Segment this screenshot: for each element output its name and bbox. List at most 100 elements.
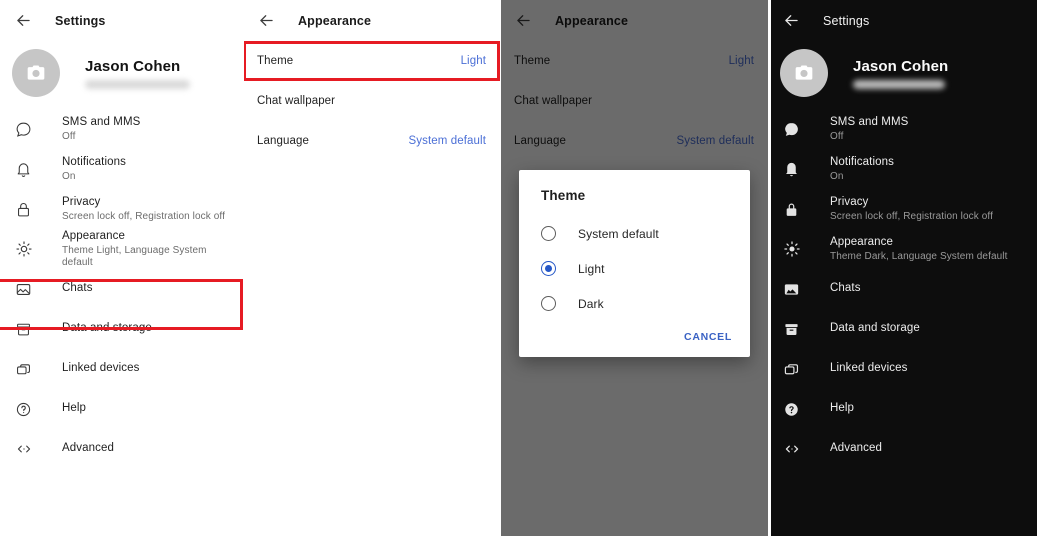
row-title: Linked devices: [62, 362, 140, 375]
chat-bubble-icon: [780, 118, 803, 141]
linked-devices-icon: [12, 358, 35, 381]
avatar[interactable]: [780, 49, 828, 97]
settings-row-text: Appearance Theme Light, Language System …: [62, 230, 231, 268]
appearance-list: Theme Light Chat wallpaper Language Syst…: [243, 41, 500, 161]
dialog-title: Theme: [541, 188, 586, 203]
panel-settings-light: Settings Jason Cohen SMS and MMS Off Not…: [0, 0, 243, 536]
row-subtitle: Theme Dark, Language System default: [830, 250, 1008, 262]
row-subtitle: Screen lock off, Registration lock off: [62, 210, 225, 222]
sidebar-item-privacy[interactable]: Privacy Screen lock off, Registration lo…: [0, 189, 243, 229]
row-title: Chats: [830, 282, 861, 295]
archive-box-icon: [12, 318, 35, 341]
arrow-left-icon[interactable]: [780, 10, 802, 32]
sidebar-item-sms-and-mms[interactable]: SMS and MMS Off: [0, 109, 243, 149]
settings-row-text: Data and storage: [830, 322, 920, 335]
chat-bubble-icon: [12, 118, 35, 141]
row-title: Help: [62, 402, 87, 415]
appearance-row-theme[interactable]: Theme Light: [243, 41, 500, 81]
sun-icon: [12, 238, 35, 261]
appearance-row-language[interactable]: Language System default: [243, 121, 500, 161]
profile-text: Jason Cohen: [853, 58, 948, 89]
sidebar-item-linked-devices[interactable]: Linked devices: [768, 349, 1037, 389]
profile-text: Jason Cohen: [85, 58, 190, 89]
row-title: Appearance: [62, 229, 126, 242]
appbar-settings-light: Settings: [0, 0, 243, 41]
theme-option-light[interactable]: Light: [519, 251, 750, 286]
profile-header[interactable]: Jason Cohen: [768, 41, 1037, 105]
sidebar-item-appearance[interactable]: Appearance Theme Light, Language System …: [0, 229, 243, 269]
bell-icon: [12, 158, 35, 181]
settings-row-text: Privacy Screen lock off, Registration lo…: [62, 196, 225, 223]
page-title: Appearance: [298, 13, 372, 28]
row-title: Appearance: [830, 235, 894, 248]
row-title: Notifications: [62, 155, 126, 168]
option-label: Dark: [578, 296, 604, 311]
sidebar-item-linked-devices[interactable]: Linked devices: [0, 349, 243, 389]
row-subtitle: Off: [62, 130, 76, 142]
sidebar-item-notifications[interactable]: Notifications On: [0, 149, 243, 189]
lock-icon: [780, 198, 803, 221]
sidebar-item-appearance[interactable]: Appearance Theme Dark, Language System d…: [768, 229, 1037, 269]
row-title: Notifications: [830, 155, 894, 168]
help-circle-icon: [12, 398, 35, 421]
arrow-left-icon[interactable]: [12, 10, 34, 32]
arrow-left-icon[interactable]: [255, 10, 277, 32]
row-subtitle: On: [830, 170, 844, 182]
row-title: SMS and MMS: [62, 115, 141, 128]
sidebar-item-sms-and-mms[interactable]: SMS and MMS Off: [768, 109, 1037, 149]
settings-row-text: Linked devices: [62, 362, 139, 375]
settings-row-text: Help: [830, 402, 854, 415]
row-subtitle: On: [62, 170, 76, 182]
avatar[interactable]: [12, 49, 60, 97]
code-brackets-icon: [12, 438, 35, 461]
radio-unselected-icon[interactable]: [541, 226, 556, 241]
appearance-row-chat-wallpaper[interactable]: Chat wallpaper: [243, 81, 500, 121]
row-value: System default: [408, 135, 486, 147]
settings-row-text: Chats: [62, 282, 93, 295]
settings-row-text: Appearance Theme Dark, Language System d…: [830, 236, 1007, 263]
row-title: Help: [830, 402, 855, 415]
sidebar-item-chats[interactable]: Chats: [768, 269, 1037, 309]
theme-option-system-default[interactable]: System default: [519, 216, 750, 251]
profile-header[interactable]: Jason Cohen: [0, 41, 243, 105]
theme-option-dark[interactable]: Dark: [519, 286, 750, 321]
settings-row-text: Advanced: [830, 442, 882, 455]
sidebar-item-data-and-storage[interactable]: Data and storage: [768, 309, 1037, 349]
radio-unselected-icon[interactable]: [541, 296, 556, 311]
row-title: Data and storage: [830, 322, 920, 335]
sun-icon: [780, 238, 803, 261]
row-label: Theme: [257, 55, 294, 67]
settings-row-text: Notifications On: [830, 156, 894, 183]
settings-row-text: Data and storage: [62, 322, 152, 335]
row-label: Chat wallpaper: [257, 95, 336, 107]
row-title: SMS and MMS: [830, 115, 909, 128]
sidebar-item-chats[interactable]: Chats: [0, 269, 243, 309]
row-title: Advanced: [830, 442, 882, 455]
row-subtitle: Off: [830, 130, 844, 142]
sidebar-item-advanced[interactable]: Advanced: [0, 429, 243, 469]
row-subtitle: Screen lock off, Registration lock off: [830, 210, 993, 222]
appbar-appearance: Appearance: [243, 0, 500, 41]
sidebar-item-help[interactable]: Help: [0, 389, 243, 429]
code-brackets-icon: [780, 438, 803, 461]
settings-row-text: SMS and MMS Off: [830, 116, 908, 143]
settings-row-text: Privacy Screen lock off, Registration lo…: [830, 196, 993, 223]
sidebar-item-privacy[interactable]: Privacy Screen lock off, Registration lo…: [768, 189, 1037, 229]
sidebar-item-help[interactable]: Help: [768, 389, 1037, 429]
profile-name: Jason Cohen: [853, 57, 949, 75]
sidebar-item-advanced[interactable]: Advanced: [768, 429, 1037, 469]
cancel-button[interactable]: CANCEL: [684, 331, 732, 343]
radio-selected-icon[interactable]: [541, 261, 556, 276]
row-title: Linked devices: [830, 362, 908, 375]
page-title: Settings: [55, 13, 106, 28]
sidebar-item-data-and-storage[interactable]: Data and storage: [0, 309, 243, 349]
settings-row-text: Help: [62, 402, 86, 415]
row-title: Privacy: [830, 195, 869, 208]
profile-phone-redacted: [85, 79, 190, 89]
linked-devices-icon: [780, 358, 803, 381]
profile-phone-redacted: [853, 79, 945, 89]
row-value: Light: [460, 55, 486, 67]
settings-row-text: SMS and MMS Off: [62, 116, 140, 143]
sidebar-item-notifications[interactable]: Notifications On: [768, 149, 1037, 189]
settings-list-dark: SMS and MMS Off Notifications On Privacy…: [768, 105, 1037, 469]
